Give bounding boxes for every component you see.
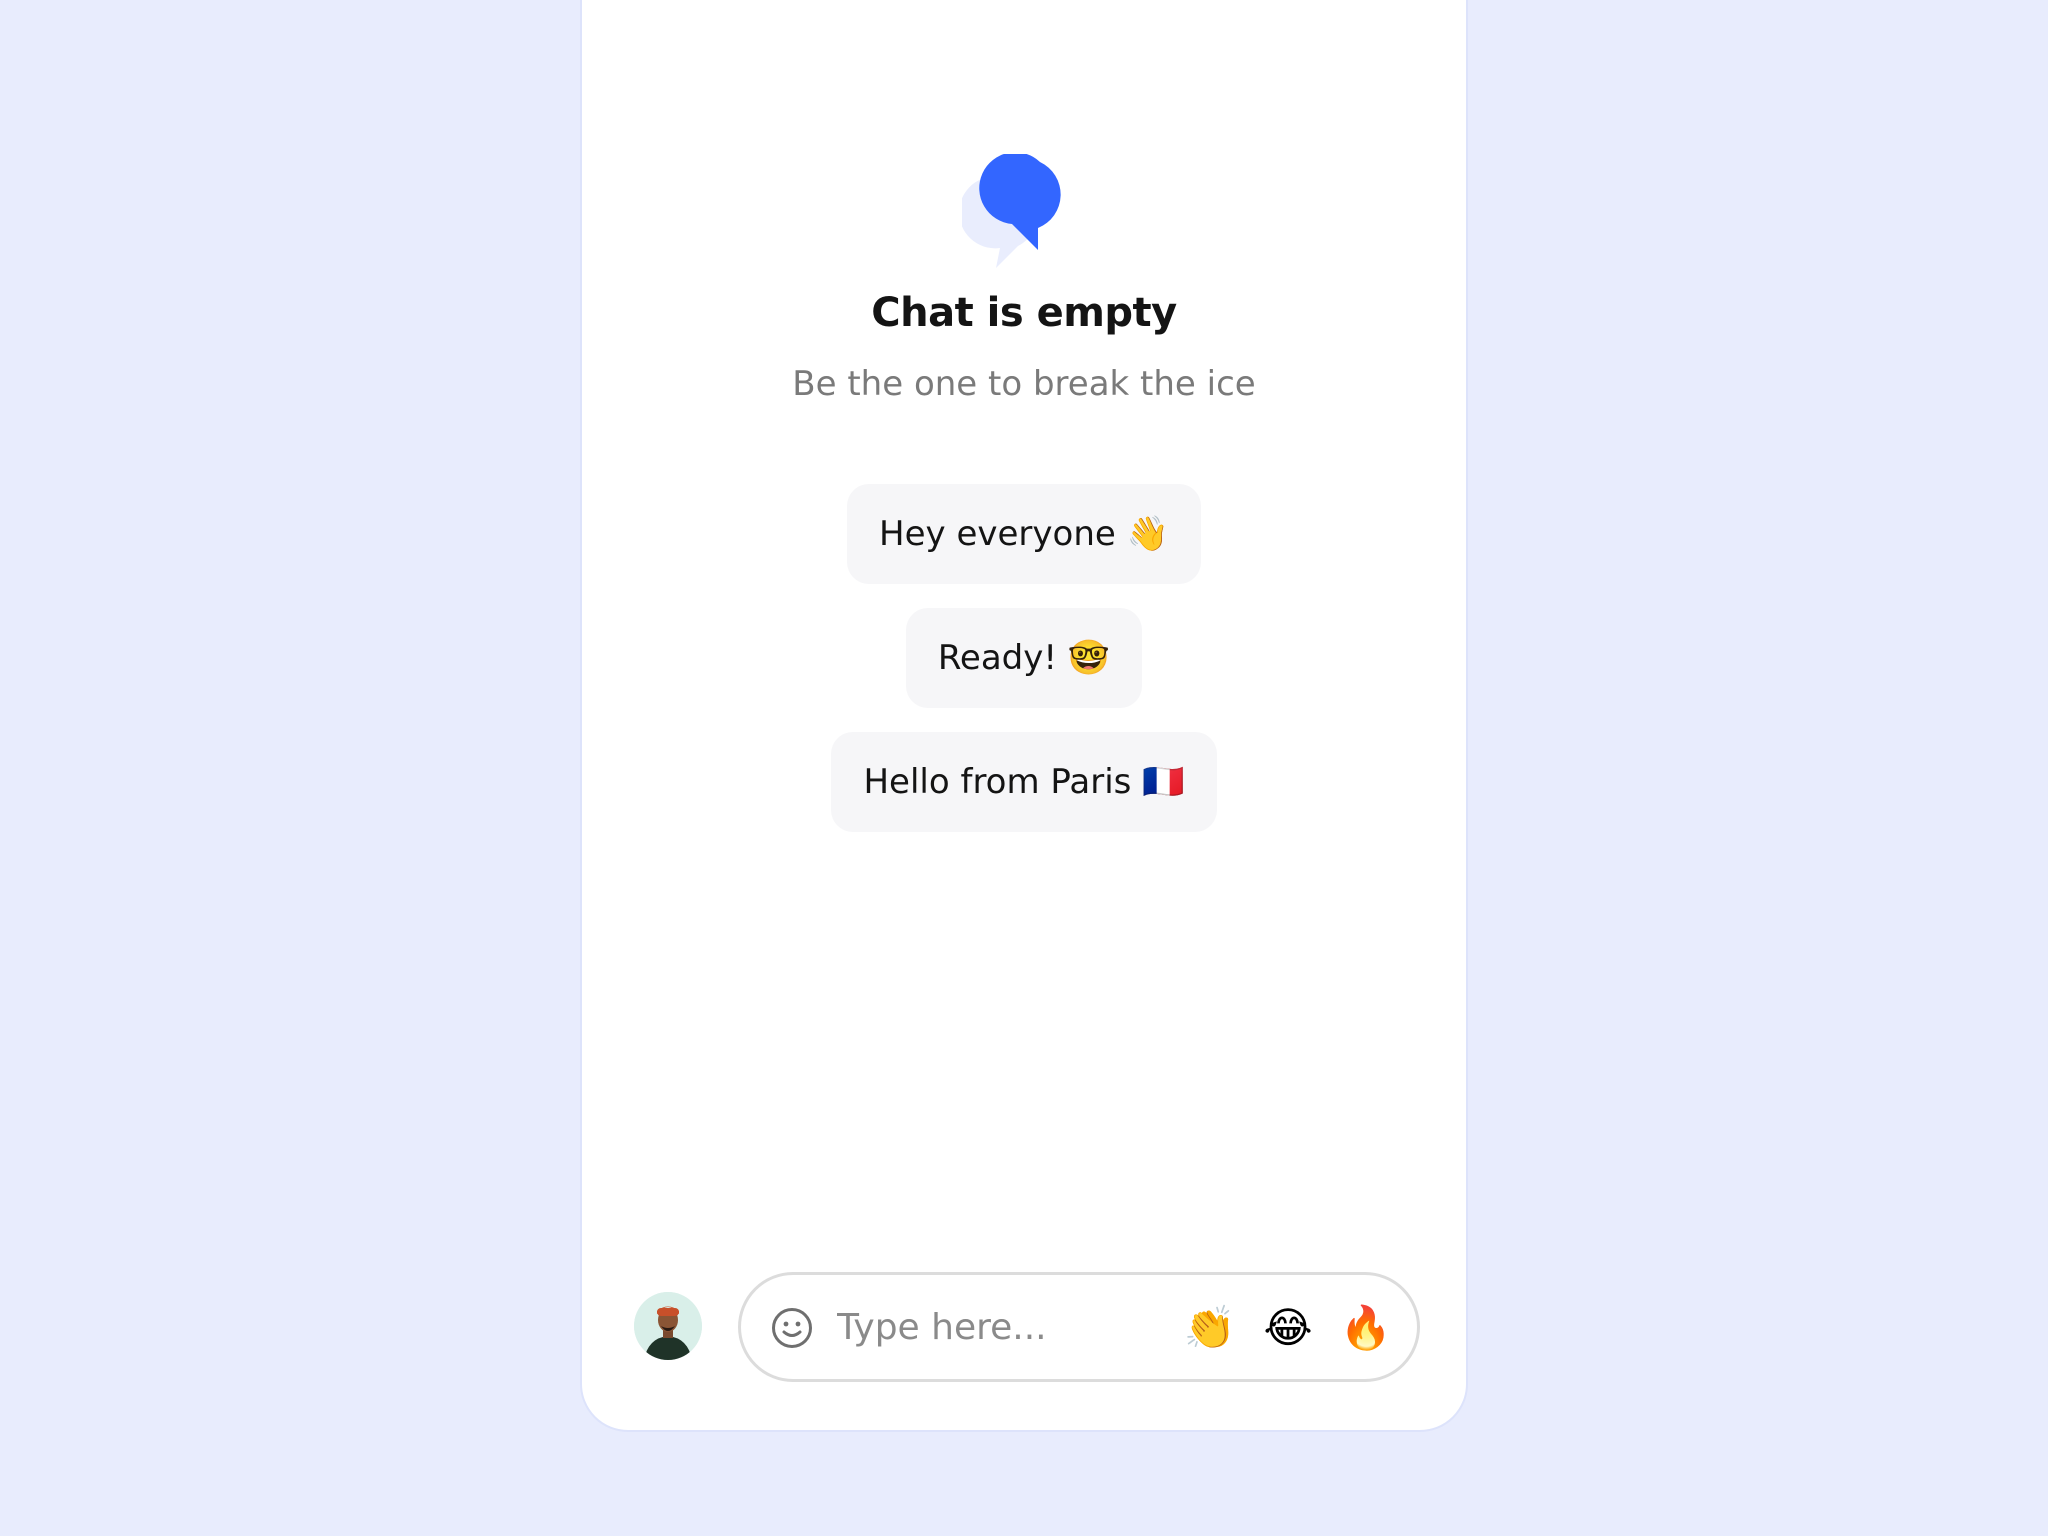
clap-reaction-button[interactable]: 👏 bbox=[1183, 1301, 1237, 1355]
suggestion-chip-ready[interactable]: Ready! 🤓 bbox=[905, 608, 1143, 708]
fire-reaction-button[interactable]: 🔥 bbox=[1339, 1301, 1393, 1355]
laugh-reaction-button[interactable]: 😂 bbox=[1261, 1301, 1315, 1355]
suggestion-chip-hello-from-paris[interactable]: Hello from Paris 🇫🇷 bbox=[831, 732, 1217, 832]
empty-state-subtitle: Be the one to break the ice bbox=[792, 364, 1256, 404]
avatar-image bbox=[634, 1292, 702, 1360]
avatar[interactable] bbox=[634, 1292, 702, 1360]
empty-state-title: Chat is empty bbox=[871, 290, 1177, 336]
message-composer: 👏 😂 🔥 bbox=[738, 1272, 1420, 1382]
chat-bubbles-icon bbox=[962, 154, 1061, 268]
chat-panel: Chat is empty Be the one to break the ic… bbox=[580, 0, 1468, 1432]
message-input[interactable] bbox=[837, 1295, 1157, 1359]
smiley-icon[interactable] bbox=[771, 1307, 813, 1349]
suggestion-chip-hey-everyone[interactable]: Hey everyone 👋 bbox=[847, 484, 1201, 584]
suggestion-list: Hey everyone 👋 Ready! 🤓 Hello from Paris… bbox=[582, 484, 1466, 832]
